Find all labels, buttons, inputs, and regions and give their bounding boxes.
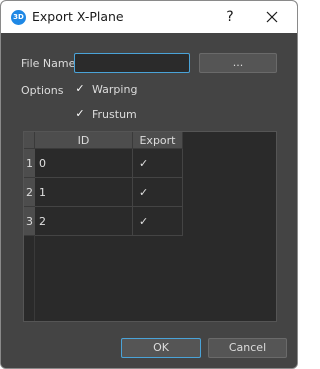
file-name-label: File Name xyxy=(21,57,76,70)
warping-checkbox[interactable]: ✓ Warping xyxy=(74,82,174,98)
table-cell-export[interactable]: ✓ xyxy=(133,149,183,178)
table-cell-export[interactable]: ✓ xyxy=(133,207,183,236)
cancel-button[interactable]: Cancel xyxy=(208,338,287,358)
table-cell-id[interactable]: 1 xyxy=(35,178,133,207)
row-header[interactable]: 3 xyxy=(24,207,35,236)
ok-button[interactable]: OK xyxy=(121,338,201,358)
export-check-icon: ✓ xyxy=(139,157,149,170)
row-header[interactable]: 1 xyxy=(24,149,35,178)
table-cell-id[interactable]: 2 xyxy=(35,207,133,236)
column-header-export[interactable]: Export xyxy=(133,132,183,149)
help-button[interactable]: ? xyxy=(215,5,245,29)
row-header-filler xyxy=(24,236,35,321)
file-name-input[interactable] xyxy=(74,53,190,73)
warping-label: Warping xyxy=(92,83,138,96)
close-icon xyxy=(266,11,278,23)
table-corner xyxy=(24,132,35,149)
title-bar: 3D Export X-Plane ? xyxy=(1,1,297,33)
frustum-label: Frustum xyxy=(92,108,137,121)
column-header-id[interactable]: ID xyxy=(35,132,133,149)
browse-button[interactable]: ... xyxy=(199,53,277,73)
options-label: Options xyxy=(21,84,64,97)
warping-check-icon: ✓ xyxy=(75,82,85,95)
close-button[interactable] xyxy=(257,5,287,29)
frustum-checkbox[interactable]: ✓ Frustum xyxy=(74,107,174,123)
frustum-check-icon: ✓ xyxy=(75,107,85,120)
export-xplane-dialog: 3D Export X-Plane ? File Name ... Option… xyxy=(0,0,298,369)
app-3d-icon: 3D xyxy=(11,10,26,25)
table-cell-id[interactable]: 0 xyxy=(35,149,133,178)
export-table[interactable]: ID Export 1 0 ✓ 2 1 ✓ 3 2 ✓ xyxy=(23,131,277,322)
row-header[interactable]: 2 xyxy=(24,178,35,207)
table-cell-export[interactable]: ✓ xyxy=(133,178,183,207)
export-check-icon: ✓ xyxy=(139,186,149,199)
dialog-body: File Name ... Options ✓ Warping ✓ Frustu… xyxy=(1,33,297,368)
export-check-icon: ✓ xyxy=(139,215,149,228)
window-title: Export X-Plane xyxy=(32,9,124,24)
